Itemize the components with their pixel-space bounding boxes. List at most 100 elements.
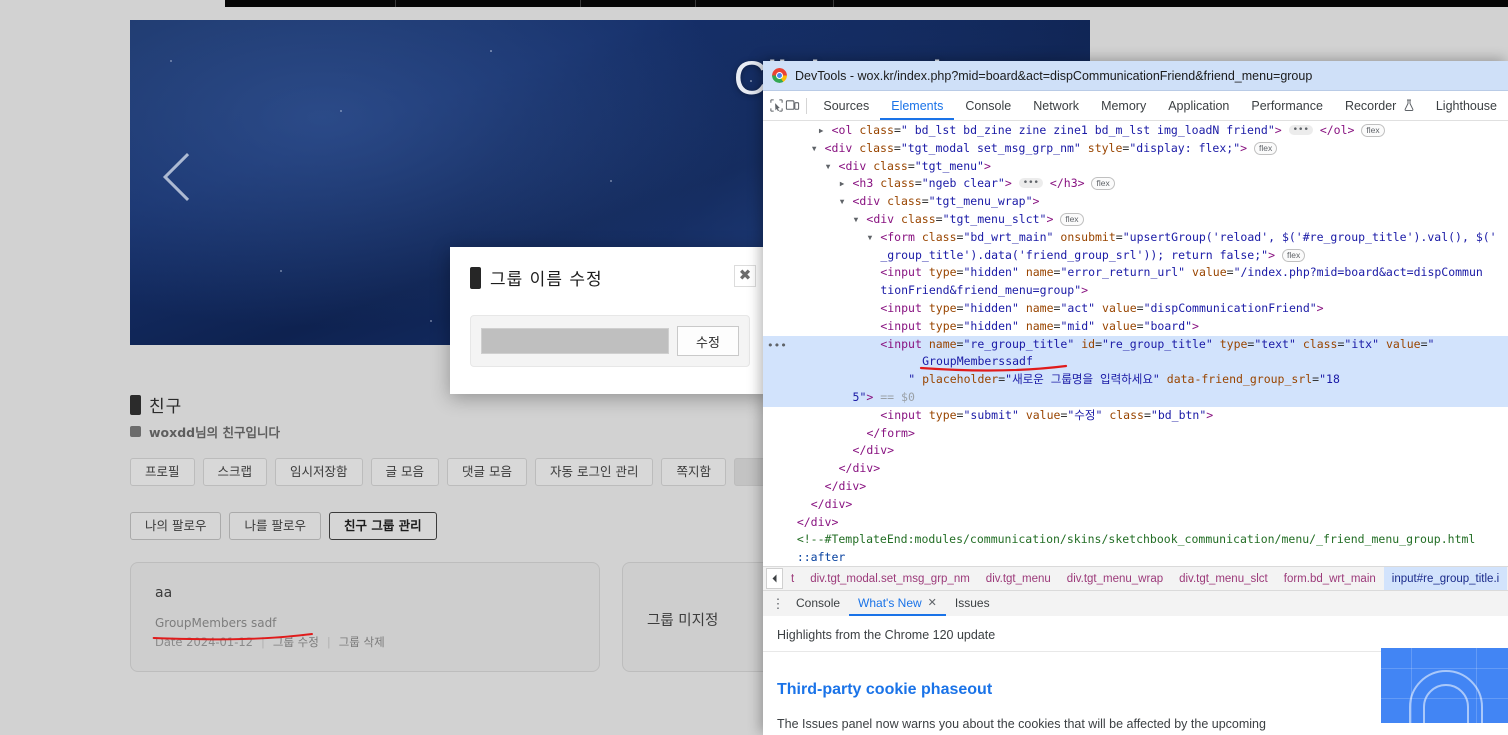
- tab-elements[interactable]: Elements: [880, 92, 954, 120]
- flask-icon: [1404, 99, 1414, 111]
- device-toolbar-icon[interactable]: [784, 94, 799, 118]
- tab-network[interactable]: Network: [1022, 92, 1090, 120]
- drawer-tabbar: ⋮ Console What's New ✕ Issues: [763, 590, 1508, 616]
- dom-tree-line[interactable]: ▸ <ol class=" bd_lst bd_zine zine zine1 …: [763, 122, 1508, 140]
- toolbar-divider: [805, 97, 807, 114]
- menu-button-autologin[interactable]: 자동 로그인 관리: [535, 458, 654, 486]
- meta-separator: |: [260, 635, 265, 649]
- dom-tree-line[interactable]: ::after: [763, 549, 1508, 566]
- breadcrumb-item-5[interactable]: form.bd_wrt_main: [1276, 567, 1384, 590]
- modal-submit-button[interactable]: 수정: [677, 326, 739, 356]
- tab-console[interactable]: Console: [954, 92, 1022, 120]
- dom-tree-line[interactable]: <input type="hidden" name="mid" value="b…: [763, 318, 1508, 336]
- browser-top-bar: [225, 0, 1508, 7]
- whats-new-thumbnail: [1381, 648, 1508, 723]
- dom-tree-line[interactable]: ▾ <form class="bd_wrt_main" onsubmit="up…: [763, 229, 1508, 247]
- menu-button-comments[interactable]: 댓글 모음: [447, 458, 528, 486]
- group-delete-link[interactable]: 그룹 삭제: [339, 634, 385, 650]
- highlighted-input-value[interactable]: GroupMemberssadf: [763, 353, 1508, 372]
- dom-tree-line[interactable]: <input type="submit" value="수정" class="b…: [763, 407, 1508, 425]
- menu-button-scrap[interactable]: 스크랩: [202, 458, 268, 486]
- menu-button-messages[interactable]: 쪽지함: [661, 458, 726, 486]
- section-subbullet-icon: [130, 426, 141, 437]
- modal-form: 수정: [470, 315, 750, 367]
- page-subtitle: woxdd님의 친구입니다: [149, 425, 280, 440]
- tab-performance[interactable]: Performance: [1240, 92, 1334, 120]
- whats-new-body: The Issues panel now warns you about the…: [777, 717, 1266, 731]
- group-card: aa GroupMembers sadf Date 2024-01-12 | 그…: [130, 562, 600, 672]
- bullet-icon: [470, 266, 481, 289]
- group-name-edit-modal: 그룹 이름 수정 ✖ 수정: [450, 247, 770, 394]
- page-title: 친구: [149, 397, 183, 417]
- drawer-tab-whats-new-label: What's New: [858, 596, 922, 610]
- highlighted-dom-node[interactable]: <input name="re_group_title" id="re_grou…: [763, 335, 1508, 354]
- dom-tree-line[interactable]: <!--#TemplateEnd:modules/communication/s…: [763, 531, 1508, 549]
- secondary-menu-row: 나의 팔로우 나를 팔로우 친구 그룹 관리: [130, 512, 437, 540]
- tab-recorder[interactable]: Recorder: [1334, 92, 1425, 120]
- dom-tree-line[interactable]: ▾ <div class="tgt_modal set_msg_grp_nm" …: [763, 140, 1508, 158]
- red-underline-annotation: [919, 365, 1067, 372]
- group-name-input[interactable]: [481, 328, 669, 354]
- drawer-tab-issues[interactable]: Issues: [946, 591, 999, 616]
- menu-button-drafts[interactable]: 임시저장함: [275, 458, 363, 486]
- group-card-members: GroupMembers sadf: [155, 616, 277, 630]
- group-card-name: aa: [155, 585, 173, 601]
- dom-tree-line[interactable]: ▾ <div class="tgt_menu">: [763, 158, 1508, 176]
- ungrouped-card: 그룹 미지정: [622, 562, 782, 672]
- drawer-tab-console[interactable]: Console: [787, 591, 849, 616]
- inspect-element-icon[interactable]: [769, 94, 784, 118]
- breadcrumb-item-2[interactable]: div.tgt_menu: [978, 567, 1059, 590]
- menu-button-follow-me[interactable]: 나를 팔로우: [229, 512, 321, 540]
- breadcrumb-item-4[interactable]: div.tgt_menu_slct: [1171, 567, 1276, 590]
- friends-section-header: 친구 woxdd님의 친구입니다: [130, 392, 280, 441]
- breadcrumb-item-0[interactable]: t: [783, 567, 802, 590]
- dom-tree-line[interactable]: </div>: [763, 478, 1508, 496]
- breadcrumb-item-1[interactable]: div.tgt_modal.set_msg_grp_nm: [802, 567, 978, 590]
- tab-memory[interactable]: Memory: [1090, 92, 1157, 120]
- devtools-window: DevTools - wox.kr/index.php?mid=board&ac…: [763, 61, 1508, 735]
- tab-application[interactable]: Application: [1157, 92, 1240, 120]
- more-options-icon[interactable]: ⋮: [769, 596, 787, 612]
- dom-tree-line[interactable]: " placeholder="새로운 그룹명을 입력하세요" data-frie…: [763, 371, 1508, 389]
- menu-button-friend-group-manage[interactable]: 친구 그룹 관리: [328, 512, 437, 540]
- dom-tree-line[interactable]: <input type="hidden" name="error_return_…: [763, 264, 1508, 282]
- whats-new-panel: Highlights from the Chrome 120 update Th…: [763, 616, 1508, 735]
- tab-lighthouse[interactable]: Lighthouse: [1425, 92, 1508, 120]
- dom-tree-panel[interactable]: ▸ <ol class=" bd_lst bd_zine zine zine1 …: [763, 121, 1508, 566]
- drawer-tab-whats-new[interactable]: What's New ✕: [849, 591, 946, 616]
- tab-sources[interactable]: Sources: [812, 92, 880, 120]
- dom-tree-line[interactable]: ▾ <div class="tgt_menu_wrap">: [763, 193, 1508, 211]
- dom-tree-line[interactable]: </div>: [763, 496, 1508, 514]
- screenshot-root: Click, to change the site title. 그룹 이름 수…: [0, 0, 1508, 735]
- breadcrumb: t div.tgt_modal.set_msg_grp_nm div.tgt_men…: [763, 566, 1508, 590]
- meta-separator-2: |: [326, 635, 331, 649]
- menu-button-my-follow[interactable]: 나의 팔로우: [130, 512, 222, 540]
- menu-button-posts[interactable]: 글 모음: [370, 458, 440, 486]
- breadcrumb-scroll-left-icon[interactable]: [766, 568, 783, 589]
- close-icon[interactable]: ✖: [734, 265, 756, 287]
- modal-header: 그룹 이름 수정 ✖: [450, 247, 770, 290]
- dom-tree-line[interactable]: _group_title').data('friend_group_srl'))…: [763, 247, 1508, 265]
- group-card-date: Date 2024-01-12: [155, 635, 253, 649]
- dom-tree-line[interactable]: </div>: [763, 514, 1508, 532]
- dom-tree-line[interactable]: tionFriend&friend_menu=group">: [763, 282, 1508, 300]
- group-edit-link[interactable]: 그룹 수정: [273, 634, 319, 650]
- close-icon[interactable]: ✕: [928, 591, 937, 616]
- breadcrumb-item-6[interactable]: input#re_group_title.i: [1383, 567, 1508, 590]
- dom-tree-line[interactable]: ▾ <div class="tgt_menu_slct"> flex: [763, 211, 1508, 229]
- dom-tree-line[interactable]: 5"> == $0: [763, 388, 1508, 407]
- dom-tree-line[interactable]: ▸ <h3 class="ngeb clear"> ••• </h3> flex: [763, 175, 1508, 193]
- dom-tree-line[interactable]: </div>: [763, 460, 1508, 478]
- devtools-tabbar: Sources Elements Console Network Memory …: [763, 91, 1508, 121]
- breadcrumb-item-3[interactable]: div.tgt_menu_wrap: [1059, 567, 1171, 590]
- dom-tree-line[interactable]: <input type="hidden" name="act" value="d…: [763, 300, 1508, 318]
- hero-prev-arrow-icon[interactable]: [162, 152, 212, 202]
- menu-button-profile[interactable]: 프로필: [130, 458, 195, 486]
- dom-tree-line[interactable]: </form>: [763, 425, 1508, 443]
- dom-tree-line[interactable]: </div>: [763, 442, 1508, 460]
- section-bullet-icon: [130, 394, 141, 415]
- ungrouped-label: 그룹 미지정: [647, 613, 719, 629]
- primary-menu-row: 프로필 스크랩 임시저장함 글 모음 댓글 모음 자동 로그인 관리 쪽지함: [130, 458, 772, 486]
- devtools-window-title: DevTools - wox.kr/index.php?mid=board&ac…: [795, 68, 1313, 83]
- dom-gutter-ellipsis: •••: [767, 338, 787, 352]
